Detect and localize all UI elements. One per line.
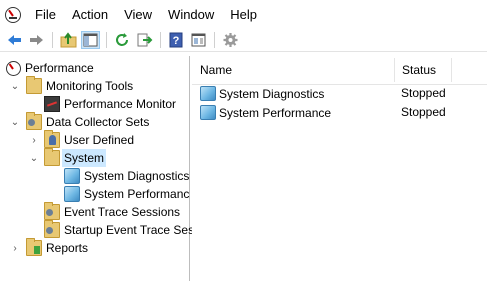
folder-icon: [26, 76, 42, 94]
tree-item-system-diagnostics[interactable]: System Diagnostics: [64, 167, 189, 185]
list-item[interactable]: System Diagnostics Stopped: [192, 84, 487, 103]
menu-file[interactable]: File: [27, 0, 64, 29]
tree-item-label: Event Trace Sessions: [64, 205, 181, 219]
tree-item-performance-monitor[interactable]: Performance Monitor: [44, 95, 176, 113]
menu-help[interactable]: Help: [222, 0, 265, 29]
chevron-down-icon[interactable]: ⌄: [10, 118, 20, 128]
tree-item-label: System: [62, 149, 107, 167]
tree-item-label: Startup Event Trace Ses: [64, 223, 195, 237]
tree-item-event-trace-sessions[interactable]: Event Trace Sessions: [44, 202, 181, 221]
data-collector-set-icon: [64, 186, 80, 202]
column-header-name[interactable]: Name: [192, 56, 394, 84]
tree-item-label: Reports: [46, 241, 89, 255]
result-list: Name Status System Diagnostics Stopped S…: [192, 56, 487, 281]
startup-trace-folder-icon: [44, 220, 60, 238]
chevron-down-icon[interactable]: ⌄: [29, 154, 39, 164]
toolbar-separator: [106, 32, 107, 48]
tree-item-label: Performance: [25, 61, 94, 75]
tree-item-user-defined[interactable]: User Defined: [44, 130, 135, 149]
chevron-right-icon[interactable]: ›: [10, 244, 20, 254]
data-collector-set-icon: [200, 105, 216, 120]
list-item-name-cell: System Diagnostics: [200, 84, 324, 103]
menu-view[interactable]: View: [116, 0, 160, 29]
console-tree: Performance ⌄ Monitoring Tools Performan…: [0, 56, 194, 281]
tree-item-label: System Performanc: [84, 187, 190, 201]
menu-window[interactable]: Window: [160, 0, 222, 29]
menu-action[interactable]: Action: [64, 0, 116, 29]
column-header-status[interactable]: Status: [394, 56, 451, 84]
back-arrow-icon[interactable]: [6, 32, 23, 48]
toolbar-separator: [214, 32, 215, 48]
event-trace-folder-icon: [44, 202, 60, 220]
forward-arrow-icon[interactable]: [28, 32, 45, 48]
help-icon[interactable]: ?: [168, 32, 185, 48]
tree-item-label: Monitoring Tools: [46, 79, 134, 93]
list-item-name: System Performance: [219, 105, 332, 120]
user-folder-icon: [44, 130, 60, 148]
tree-item-label: Performance Monitor: [64, 97, 177, 111]
reports-folder-icon: [26, 238, 42, 256]
tree-item-reports[interactable]: Reports: [26, 238, 89, 257]
gear-icon[interactable]: [222, 32, 239, 48]
tree-item-system[interactable]: System: [44, 148, 107, 167]
toolbar-separator: [52, 32, 53, 48]
export-list-icon[interactable]: [136, 32, 153, 48]
performance-monitor-app-icon[interactable]: [5, 6, 21, 23]
tree-item-system-performance[interactable]: System Performanc: [64, 185, 189, 203]
menu-bar: File Action View Window Help: [0, 0, 487, 29]
data-collector-folder-icon: [26, 112, 42, 130]
toolbar: ?: [0, 29, 487, 52]
list-item[interactable]: System Performance Stopped: [192, 103, 487, 122]
tree-item-startup-event-trace-sessions[interactable]: Startup Event Trace Ses: [44, 220, 195, 239]
tree-item-label: User Defined: [64, 133, 135, 147]
show-hide-console-tree-icon[interactable]: [81, 31, 100, 49]
toolbar-separator: [160, 32, 161, 48]
data-collector-set-icon: [200, 86, 216, 101]
up-folder-icon[interactable]: [60, 32, 77, 48]
column-divider[interactable]: [451, 58, 452, 82]
tree-item-label: Data Collector Sets: [46, 115, 150, 129]
list-item-status: Stopped: [401, 86, 446, 100]
svg-text:?: ?: [173, 35, 180, 47]
system-folder-icon: [44, 148, 60, 166]
refresh-icon[interactable]: [114, 32, 131, 48]
tree-item-data-collector-sets[interactable]: Data Collector Sets: [26, 112, 150, 131]
list-item-name: System Diagnostics: [219, 86, 325, 101]
tree-item-label: System Diagnostics: [84, 169, 190, 183]
list-item-name-cell: System Performance: [200, 103, 331, 122]
tree-item-performance[interactable]: Performance: [6, 59, 94, 77]
properties-icon[interactable]: [190, 32, 207, 48]
list-header: Name Status: [192, 56, 487, 85]
chevron-down-icon[interactable]: ⌄: [10, 82, 20, 92]
list-item-status: Stopped: [401, 105, 446, 119]
chevron-right-icon[interactable]: ›: [29, 136, 39, 146]
tree-item-monitoring-tools[interactable]: Monitoring Tools: [26, 76, 134, 95]
performance-chart-icon: [44, 96, 60, 112]
data-collector-set-icon: [64, 168, 80, 184]
performance-root-icon: [6, 60, 21, 76]
